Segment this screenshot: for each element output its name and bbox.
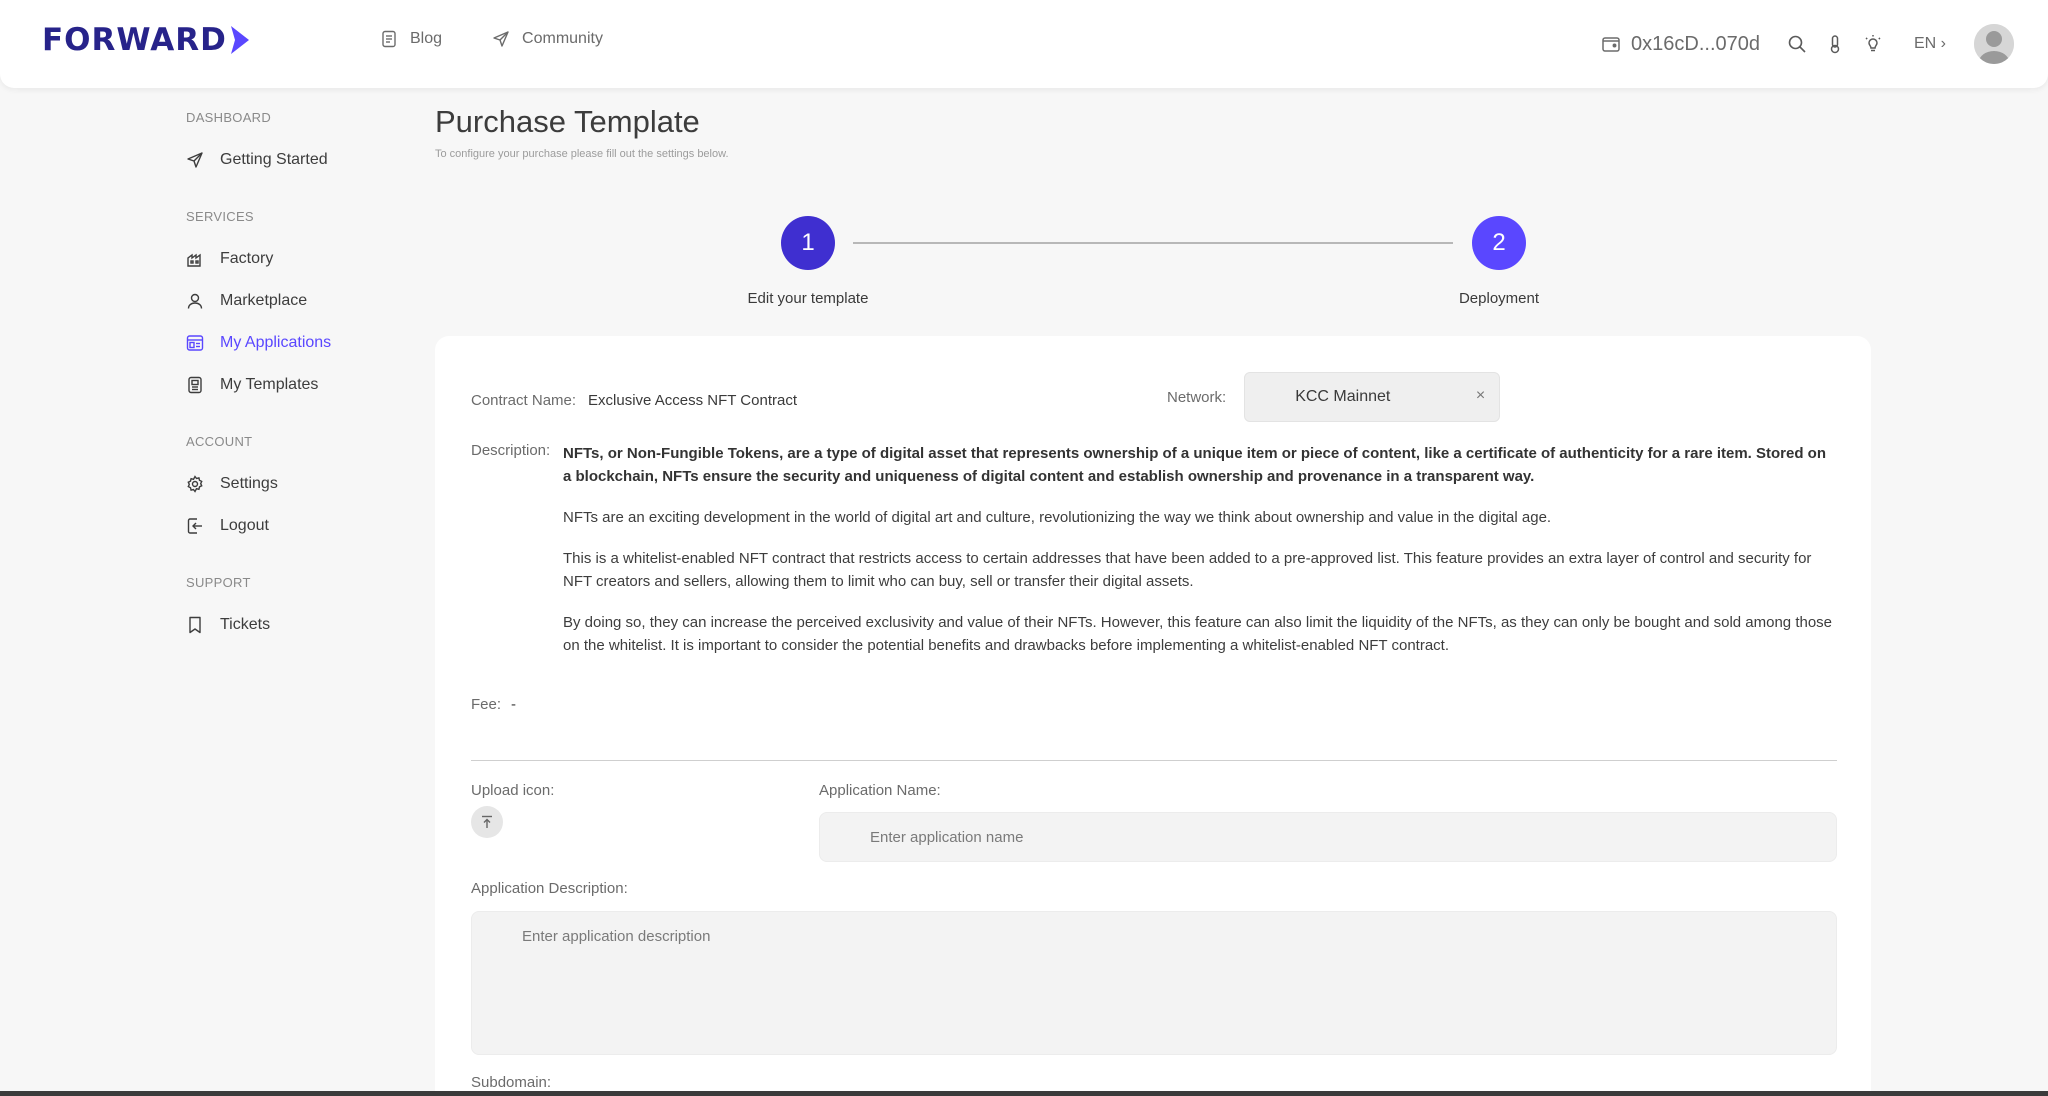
sidebar-section-services: SERVICES [186, 209, 254, 224]
stepper: 1 Edit your template 2 Deployment [435, 216, 1871, 316]
network-select[interactable]: KCC Mainnet × [1244, 372, 1501, 422]
contract-label: Contract Name: [471, 392, 577, 409]
divider [471, 760, 1837, 761]
fee-row: Fee: - [471, 696, 516, 713]
sidebar-item-my-templates[interactable]: My Templates [186, 364, 436, 406]
application-name-label: Application Name: [819, 782, 941, 799]
network-value: KCC Mainnet [1295, 388, 1391, 405]
contract-value: Exclusive Access NFT Contract [588, 392, 797, 409]
user-avatar-icon [1974, 24, 2014, 64]
sidebar-item-label: Logout [220, 517, 269, 534]
description-body: NFTs, or Non-Fungible Tokens, are a type… [563, 442, 1835, 675]
network-row: Network: KCC Mainnet × [1167, 372, 1501, 422]
wallet-button[interactable]: 0x16cD...070d [1601, 33, 1760, 56]
sidebar-section-support: SUPPORT [186, 575, 251, 590]
paper-plane-icon [493, 31, 509, 47]
applications-icon [186, 335, 204, 351]
top-header: FORWARD Blog Community 0x16cD...070d EN … [0, 0, 2048, 88]
sidebar-item-label: Factory [220, 250, 274, 267]
sidebar-item-logout[interactable]: Logout [186, 505, 436, 547]
header-right: 0x16cD...070d EN › [1601, 22, 2014, 66]
wallet-address: 0x16cD...070d [1631, 32, 1760, 55]
sidebar-section-dashboard: DASHBOARD [186, 110, 272, 125]
sidebar-item-my-applications[interactable]: My Applications [186, 322, 436, 364]
nav-community[interactable]: Community [492, 30, 603, 48]
search-button[interactable] [1786, 33, 1808, 55]
network-label: Network: [1167, 388, 1227, 406]
subdomain-label: Subdomain: [471, 1074, 552, 1091]
step-1-circle[interactable]: 1 [781, 216, 835, 270]
nav-blog[interactable]: Blog [380, 30, 442, 48]
clear-network-icon[interactable]: × [1476, 387, 1485, 405]
sidebar-item-tickets[interactable]: Tickets [186, 604, 436, 646]
nav-blog-label: Blog [410, 30, 443, 47]
page-subtitle: To configure your purchase please fill o… [435, 148, 729, 160]
search-icon [1788, 35, 1806, 53]
logo[interactable]: FORWARD [42, 22, 251, 58]
fee-value: - [511, 696, 517, 713]
factory-icon [187, 253, 201, 267]
wallet-icon [1602, 37, 1620, 52]
step-2-circle[interactable]: 2 [1472, 216, 1526, 270]
paper-plane-icon [187, 152, 203, 168]
sidebar-item-label: My Templates [220, 376, 319, 393]
description-paragraph: NFTs are an exciting development in the … [563, 509, 1552, 526]
gear-icon [187, 475, 203, 493]
contract-row: Contract Name: Exclusive Access NFT Cont… [471, 392, 797, 409]
upload-icon-label: Upload icon: [471, 782, 555, 799]
step-1-label: Edit your template [747, 290, 869, 307]
upload-icon [482, 815, 492, 828]
sidebar-item-label: Settings [220, 475, 278, 492]
sidebar-item-marketplace[interactable]: Marketplace [186, 280, 436, 322]
application-description-input[interactable]: Enter application description [471, 911, 1837, 1055]
description-label: Description: [471, 442, 551, 459]
logout-icon [187, 518, 202, 534]
thermometer-icon [1830, 35, 1840, 54]
stepper-line [853, 242, 1453, 244]
step-2-label: Deployment [1458, 290, 1540, 307]
sidebar-item-label: Tickets [220, 616, 271, 633]
user-icon [187, 293, 203, 309]
sidebar-item-getting-started[interactable]: Getting Started [186, 139, 436, 181]
sidebar-item-factory[interactable]: Factory [186, 238, 436, 280]
sidebar-section-account: ACCOUNT [186, 434, 253, 449]
avatar[interactable] [1974, 24, 2014, 64]
top-nav: Blog Community [380, 30, 603, 48]
description-row: Description: NFTs, or Non-Fungible Token… [471, 442, 1835, 675]
logo-chevron-icon [230, 26, 249, 54]
description-paragraph: By doing so, they can increase the perce… [563, 614, 1833, 654]
theme-button[interactable] [1862, 33, 1884, 55]
bookmark-icon [189, 616, 201, 634]
sidebar-item-label: Marketplace [220, 292, 308, 309]
temperature-button[interactable] [1824, 33, 1846, 55]
document-icon [382, 30, 396, 48]
sidebar-item-label: Getting Started [220, 151, 328, 168]
purchase-card: Contract Name: Exclusive Access NFT Cont… [435, 336, 1871, 1096]
description-paragraph: This is a whitelist-enabled NFT contract… [563, 550, 1812, 590]
logo-text: FORWARD [42, 22, 227, 58]
application-description-label: Application Description: [471, 880, 628, 897]
sidebar-item-settings[interactable]: Settings [186, 463, 436, 505]
sidebar: DASHBOARD Getting Started SERVICES Facto… [186, 100, 436, 646]
application-name-input[interactable]: Enter application name [819, 812, 1837, 862]
lightbulb-icon [1865, 35, 1881, 52]
upload-icon-button[interactable] [471, 806, 503, 838]
description-paragraph: NFTs, or Non-Fungible Tokens, are a type… [563, 445, 1827, 485]
page-title: Purchase Template [435, 104, 700, 139]
nav-community-label: Community [522, 30, 603, 47]
language-selector[interactable]: EN › [1914, 35, 1946, 53]
sidebar-item-label: My Applications [220, 334, 332, 351]
template-icon [188, 376, 202, 394]
bottom-scrollbar [0, 1091, 2048, 1096]
fee-label: Fee: [471, 696, 502, 713]
